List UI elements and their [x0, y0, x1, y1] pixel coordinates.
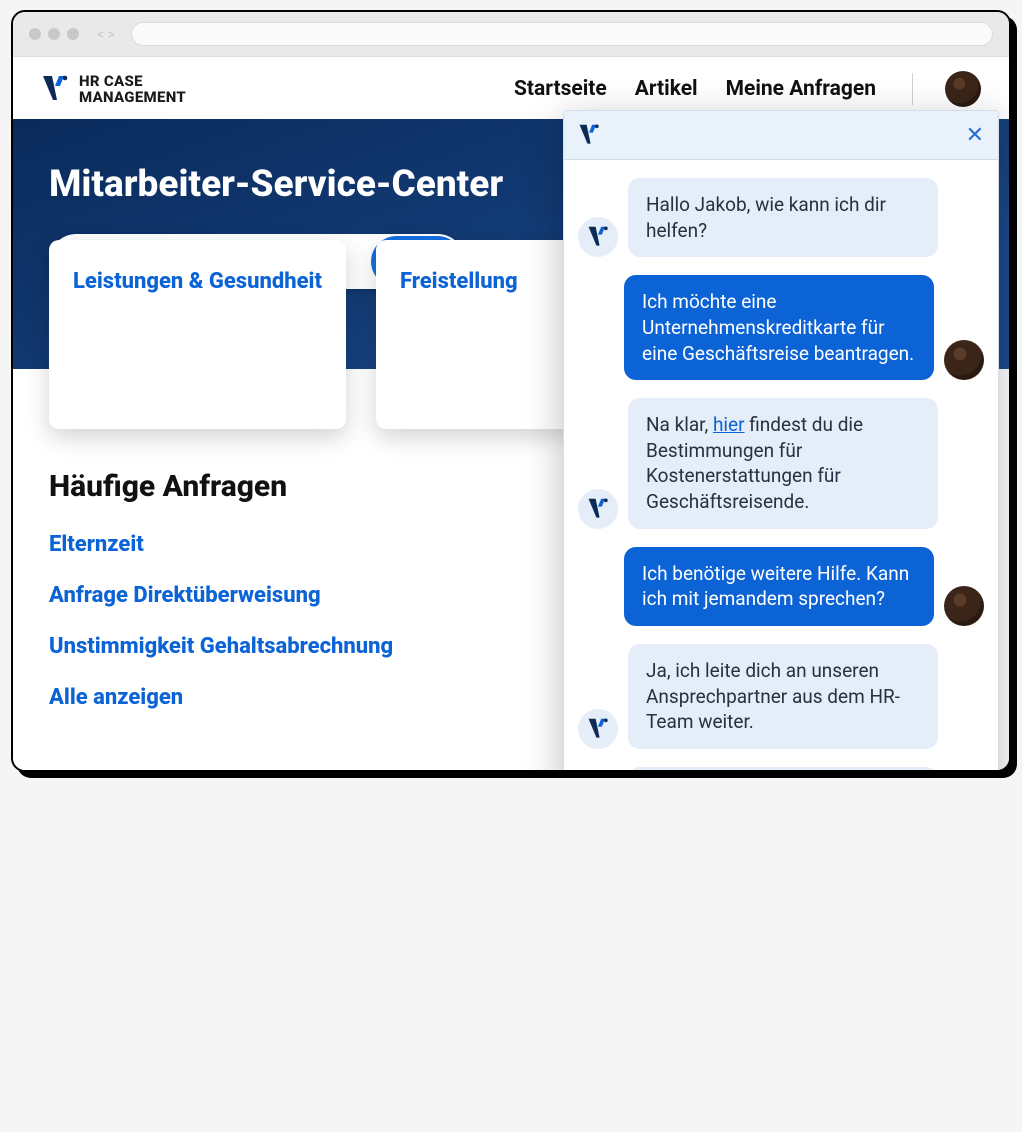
- brand-logo-icon: [41, 74, 69, 104]
- bot-avatar-icon: [578, 489, 618, 529]
- chat-link-here[interactable]: hier: [713, 413, 745, 436]
- user-avatar-icon: [944, 340, 984, 380]
- chat-message-row: Hallo Jakob, wie kann ich dir helfen?: [578, 178, 984, 257]
- chat-bubble: Hallo Jakob, wie kann ich dir helfen?: [628, 178, 938, 257]
- user-avatar-icon: [944, 586, 984, 626]
- nav-arrows-icon: < >: [97, 27, 123, 41]
- brand-title: HR CASE MANAGEMENT: [79, 73, 186, 106]
- chat-bubble: Ich benötige weitere Hilfe. Kann ich mit…: [624, 547, 934, 626]
- primary-nav: Startseite Artikel Meine Anfragen: [514, 71, 981, 107]
- window-controls: [29, 28, 79, 40]
- chat-header: ✕: [564, 111, 998, 160]
- card-benefits-health[interactable]: Leistungen & Gesundheit: [49, 240, 346, 429]
- chat-message-row: Ich benötige weitere Hilfe. Kann ich mit…: [578, 547, 984, 626]
- brand[interactable]: HR CASE MANAGEMENT: [41, 73, 186, 106]
- window-close-dot[interactable]: [29, 28, 41, 40]
- user-avatar[interactable]: [945, 71, 981, 107]
- chat-panel: ✕ Hallo Jakob, wie kann ich dir helfen? …: [563, 110, 999, 772]
- chat-bubble: Hallo Jakob, mein Name ist Mark, das Ges…: [628, 767, 938, 772]
- card-title: Freistellung: [400, 268, 552, 297]
- chat-body[interactable]: Hallo Jakob, wie kann ich dir helfen? Ic…: [564, 160, 998, 772]
- window-max-dot[interactable]: [67, 28, 79, 40]
- card-title: Leistungen & Gesundheit: [73, 268, 322, 297]
- browser-frame: < > HR CASE MANAGEMENT Startseite Artike…: [11, 10, 1011, 772]
- url-bar[interactable]: [131, 22, 993, 46]
- bot-avatar-icon: [578, 709, 618, 749]
- chat-text-pre: Na klar,: [646, 413, 713, 436]
- chat-close-button[interactable]: ✕: [966, 124, 984, 146]
- browser-chrome: < >: [13, 12, 1009, 57]
- chat-bubble: Ich möchte eine Unternehmenskreditkarte …: [624, 275, 934, 380]
- chat-message-row: Ich möchte eine Unternehmenskreditkarte …: [578, 275, 984, 380]
- chat-message-row: Na klar, hier findest du die Bestimmunge…: [578, 398, 984, 529]
- close-icon: ✕: [966, 122, 984, 147]
- chat-message-row: Ja, ich leite dich an unseren Ansprechpa…: [578, 644, 984, 749]
- window-min-dot[interactable]: [48, 28, 60, 40]
- nav-link-articles[interactable]: Artikel: [635, 77, 698, 101]
- nav-divider: [912, 73, 913, 105]
- chat-bubble: Ja, ich leite dich an unseren Ansprechpa…: [628, 644, 938, 749]
- nav-link-start[interactable]: Startseite: [514, 77, 607, 101]
- chat-bubble: Na klar, hier findest du die Bestimmunge…: [628, 398, 938, 529]
- nav-link-my-requests[interactable]: Meine Anfragen: [726, 77, 876, 101]
- chat-brand-logo-icon: [578, 123, 600, 147]
- card-leave[interactable]: Freistellung: [376, 240, 576, 429]
- bot-avatar-icon: [578, 217, 618, 257]
- chat-message-row: Hallo Jakob, mein Name ist Mark, das Ges…: [578, 767, 984, 772]
